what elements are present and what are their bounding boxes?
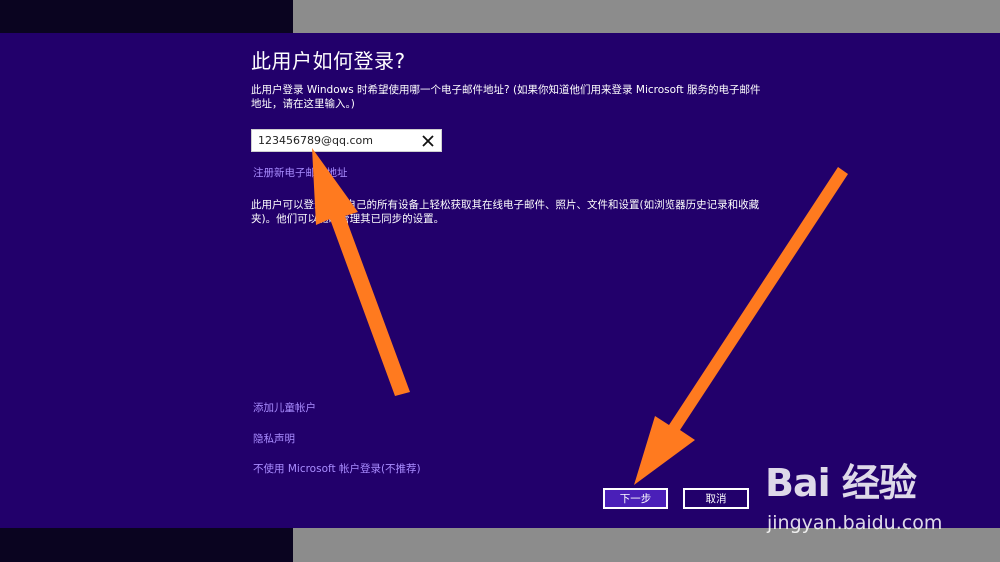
- email-input[interactable]: [252, 130, 418, 151]
- letterbox-bottom-left: [0, 528, 293, 562]
- privacy-statement-link[interactable]: 隐私声明: [253, 431, 295, 446]
- register-email-link[interactable]: 注册新电子邮件地址: [253, 165, 348, 180]
- local-account-link[interactable]: 不使用 Microsoft 帐户登录(不推荐): [253, 461, 421, 476]
- email-description: 此用户登录 Windows 时希望使用哪一个电子邮件地址? (如果你知道他们用来…: [251, 84, 761, 110]
- letterbox-top-right: [293, 0, 1000, 33]
- next-button[interactable]: 下一步: [603, 488, 668, 509]
- watermark-url: jingyan.baidu.com: [767, 512, 943, 534]
- letterbox-top-left: [0, 0, 293, 33]
- sync-info-text: 此用户可以登录以在自己的所有设备上轻松获取其在线电子邮件、照片、文件和设置(如浏…: [251, 199, 760, 225]
- baidu-logo: Bai 经验: [765, 461, 917, 505]
- add-child-account-link[interactable]: 添加儿童帐户: [253, 400, 316, 415]
- page-title: 此用户如何登录?: [251, 49, 406, 73]
- close-icon[interactable]: [419, 132, 437, 150]
- cancel-button[interactable]: 取消: [683, 488, 749, 509]
- baidu-watermark: Bai 经验 jingyan.baidu.com: [765, 452, 985, 552]
- email-field[interactable]: [251, 129, 442, 152]
